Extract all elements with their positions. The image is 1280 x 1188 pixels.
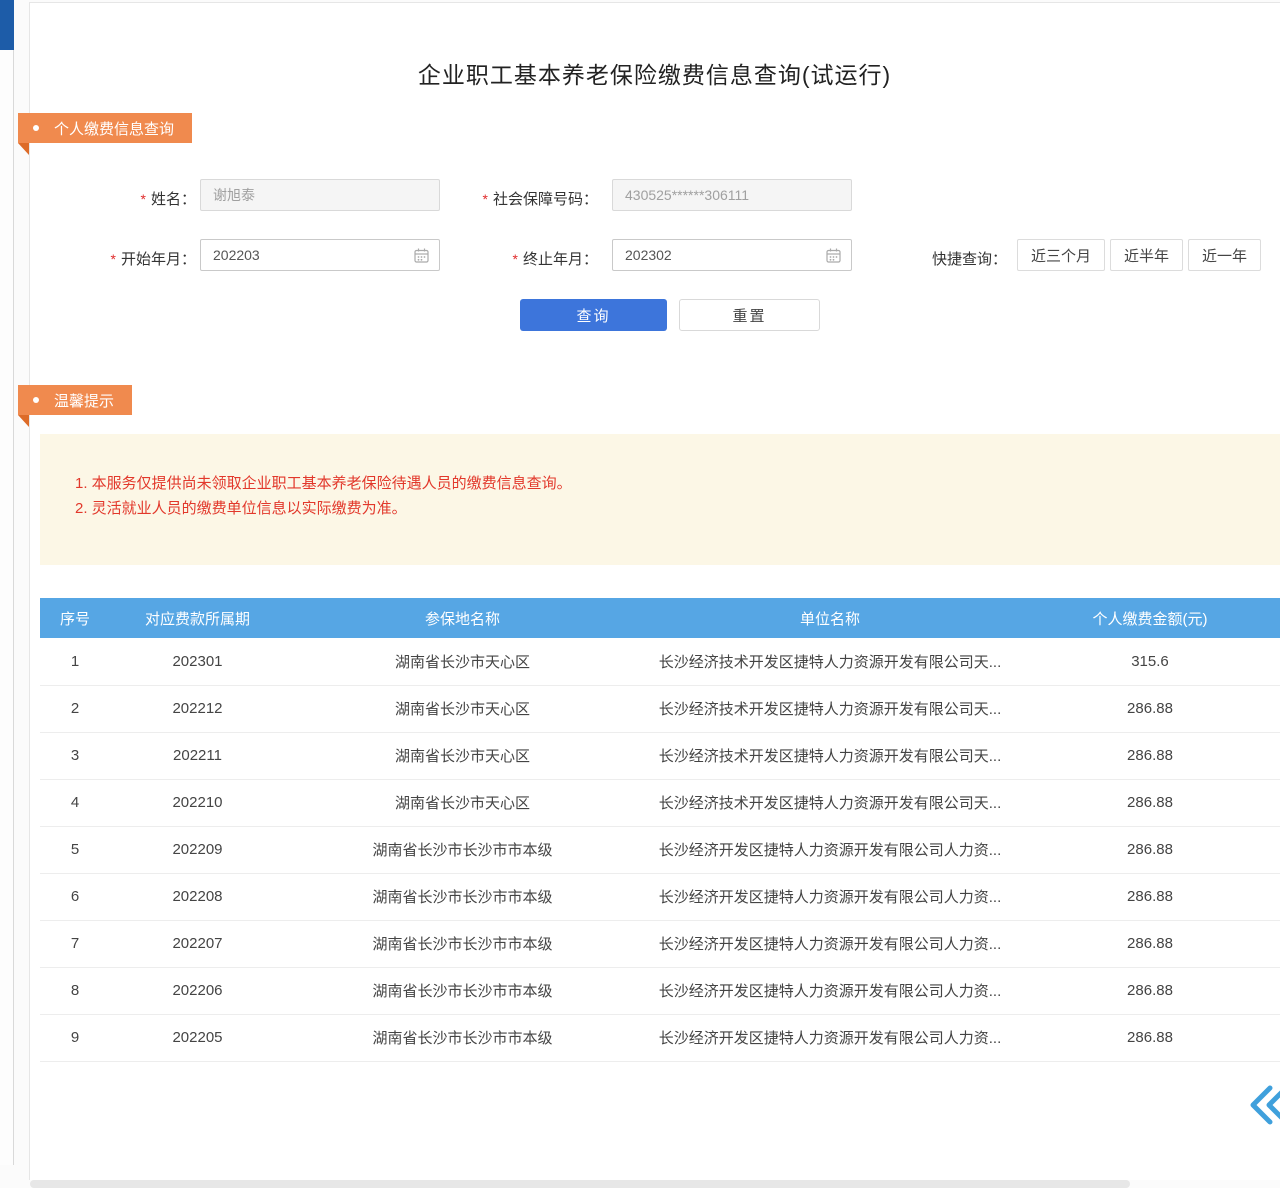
required-asterisk: * <box>141 191 146 207</box>
table-cell: 286.88 <box>1020 826 1280 873</box>
table-cell: 315.6 <box>1020 638 1280 685</box>
table-cell: 202212 <box>110 685 285 732</box>
table-cell: 湖南省长沙市天心区 <box>285 732 640 779</box>
column-header-employer: 单位名称 <box>640 598 1020 638</box>
section-badge-personal-payment-query: 个人缴费信息查询 <box>18 113 192 143</box>
table-cell: 286.88 <box>1020 873 1280 920</box>
table-cell: 202208 <box>110 873 285 920</box>
start-month-input[interactable] <box>213 247 414 263</box>
table-cell: 湖南省长沙市长沙市市本级 <box>285 1014 640 1061</box>
table-row: 7202207湖南省长沙市长沙市市本级长沙经济开发区捷特人力资源开发有限公司人力… <box>40 920 1280 967</box>
table-cell: 湖南省长沙市长沙市市本级 <box>285 920 640 967</box>
table-cell: 286.88 <box>1020 967 1280 1014</box>
table-cell: 湖南省长沙市长沙市市本级 <box>285 873 640 920</box>
column-header-amount: 个人缴费金额(元) <box>1020 598 1280 638</box>
table-cell: 长沙经济开发区捷特人力资源开发有限公司人力资... <box>640 920 1020 967</box>
horizontal-scrollbar[interactable] <box>30 1180 1130 1188</box>
table-cell: 长沙经济技术开发区捷特人力资源开发有限公司天... <box>640 732 1020 779</box>
page-title: 企业职工基本养老保险缴费信息查询(试运行) <box>29 56 1280 90</box>
table-row: 9202205湖南省长沙市长沙市市本级长沙经济开发区捷特人力资源开发有限公司人力… <box>40 1014 1280 1061</box>
table-cell: 202209 <box>110 826 285 873</box>
calendar-icon[interactable] <box>826 248 841 263</box>
table-cell: 2 <box>40 685 110 732</box>
table-row: 2202212湖南省长沙市天心区长沙经济技术开发区捷特人力资源开发有限公司天..… <box>40 685 1280 732</box>
table-cell: 湖南省长沙市天心区 <box>285 685 640 732</box>
table-cell: 长沙经济技术开发区捷特人力资源开发有限公司天... <box>640 779 1020 826</box>
table-cell: 1 <box>40 638 110 685</box>
badge-bullet-icon <box>33 125 39 131</box>
table-cell: 4 <box>40 779 110 826</box>
table-cell: 湖南省长沙市长沙市市本级 <box>285 826 640 873</box>
pension-query-page: 企业职工基本养老保险缴费信息查询(试运行) 个人缴费信息查询 *姓名： *社会保… <box>0 0 1280 1188</box>
table-cell: 9 <box>40 1014 110 1061</box>
ssn-label: *社会保障号码： <box>400 188 598 209</box>
badge-fold-decoration <box>18 415 29 427</box>
notice-box: 1. 本服务仅提供尚未领取企业职工基本养老保险待遇人员的缴费信息查询。 2. 灵… <box>40 434 1280 565</box>
payment-records-table: 序号 对应费款所属期 参保地名称 单位名称 个人缴费金额(元) 1202301湖… <box>40 598 1280 1062</box>
table-cell: 286.88 <box>1020 732 1280 779</box>
table-cell: 202205 <box>110 1014 285 1061</box>
table-cell: 5 <box>40 826 110 873</box>
notice-line: 1. 本服务仅提供尚未领取企业职工基本养老保险待遇人员的缴费信息查询。 <box>75 471 1260 496</box>
table-cell: 202207 <box>110 920 285 967</box>
query-button[interactable]: 查询 <box>520 299 667 331</box>
table-cell: 长沙经济开发区捷特人力资源开发有限公司人力资... <box>640 826 1020 873</box>
left-sidebar-strip <box>0 0 14 1165</box>
table-cell: 202210 <box>110 779 285 826</box>
required-asterisk: * <box>513 251 518 267</box>
badge-bullet-icon <box>33 397 39 403</box>
table-cell: 3 <box>40 732 110 779</box>
sidebar-blue-tab[interactable] <box>0 0 14 50</box>
quick-option-1[interactable]: 近半年 <box>1110 239 1183 271</box>
table-cell: 湖南省长沙市天心区 <box>285 779 640 826</box>
start-month-label: *开始年月： <box>60 248 196 269</box>
table-cell: 6 <box>40 873 110 920</box>
table-header-row: 序号 对应费款所属期 参保地名称 单位名称 个人缴费金额(元) <box>40 598 1280 638</box>
double-chevron-left-icon[interactable] <box>1246 1083 1280 1127</box>
table-row: 8202206湖南省长沙市长沙市市本级长沙经济开发区捷特人力资源开发有限公司人力… <box>40 967 1280 1014</box>
badge-fold-decoration <box>18 143 29 155</box>
table-row: 6202208湖南省长沙市长沙市市本级长沙经济开发区捷特人力资源开发有限公司人力… <box>40 873 1280 920</box>
name-label: *姓名： <box>60 188 196 209</box>
table-cell: 202301 <box>110 638 285 685</box>
table-cell: 8 <box>40 967 110 1014</box>
column-header-index: 序号 <box>40 598 110 638</box>
end-month-label: *终止年月： <box>400 248 598 269</box>
end-month-input[interactable] <box>625 247 826 263</box>
table-cell: 286.88 <box>1020 685 1280 732</box>
column-header-insured-place: 参保地名称 <box>285 598 640 638</box>
table-cell: 286.88 <box>1020 1014 1280 1061</box>
quick-option-2[interactable]: 近一年 <box>1188 239 1261 271</box>
quick-query-label: 快捷查询： <box>932 248 1016 269</box>
column-header-period: 对应费款所属期 <box>110 598 285 638</box>
notice-line: 2. 灵活就业人员的缴费单位信息以实际缴费为准。 <box>75 496 1260 521</box>
section-badge-tips: 温馨提示 <box>18 385 132 415</box>
table-cell: 长沙经济开发区捷特人力资源开发有限公司人力资... <box>640 1014 1020 1061</box>
table-cell: 湖南省长沙市天心区 <box>285 638 640 685</box>
end-month-picker[interactable] <box>612 239 852 271</box>
table-row: 4202210湖南省长沙市天心区长沙经济技术开发区捷特人力资源开发有限公司天..… <box>40 779 1280 826</box>
table-row: 3202211湖南省长沙市天心区长沙经济技术开发区捷特人力资源开发有限公司天..… <box>40 732 1280 779</box>
required-asterisk: * <box>111 251 116 267</box>
section-badge-label: 温馨提示 <box>54 390 114 411</box>
ssn-input[interactable] <box>612 179 852 211</box>
table-row: 5202209湖南省长沙市长沙市市本级长沙经济开发区捷特人力资源开发有限公司人力… <box>40 826 1280 873</box>
table-row: 1202301湖南省长沙市天心区长沙经济技术开发区捷特人力资源开发有限公司天..… <box>40 638 1280 685</box>
table-cell: 长沙经济开发区捷特人力资源开发有限公司人力资... <box>640 967 1020 1014</box>
table-cell: 202206 <box>110 967 285 1014</box>
section-badge-label: 个人缴费信息查询 <box>54 118 174 139</box>
table-cell: 湖南省长沙市长沙市市本级 <box>285 967 640 1014</box>
table-cell: 长沙经济技术开发区捷特人力资源开发有限公司天... <box>640 685 1020 732</box>
quick-option-0[interactable]: 近三个月 <box>1017 239 1105 271</box>
table-cell: 286.88 <box>1020 779 1280 826</box>
table-cell: 长沙经济开发区捷特人力资源开发有限公司人力资... <box>640 873 1020 920</box>
table-cell: 202211 <box>110 732 285 779</box>
table-cell: 7 <box>40 920 110 967</box>
required-asterisk: * <box>483 191 488 207</box>
table-cell: 长沙经济技术开发区捷特人力资源开发有限公司天... <box>640 638 1020 685</box>
table-cell: 286.88 <box>1020 920 1280 967</box>
quick-query-button-group: 近三个月近半年近一年 <box>1017 239 1261 271</box>
reset-button[interactable]: 重置 <box>679 299 820 331</box>
